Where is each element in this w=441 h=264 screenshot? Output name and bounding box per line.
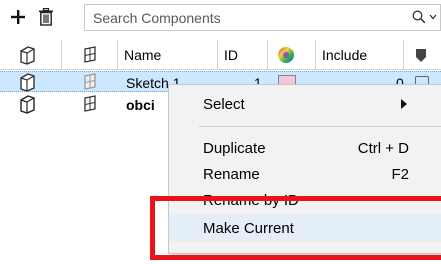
mesh-grid-icon[interactable]: [82, 95, 98, 113]
header-include-column[interactable]: Include: [316, 40, 404, 70]
header-name-column[interactable]: Name: [118, 40, 218, 70]
header-color-column[interactable]: [268, 40, 316, 70]
table-header: Name ID Include: [0, 40, 441, 70]
add-component-button[interactable]: [6, 4, 30, 30]
header-mesh-column[interactable]: [62, 40, 118, 70]
header-name-label: Name: [124, 47, 162, 63]
color-wheel-icon: [278, 47, 294, 63]
header-id-label: ID: [224, 47, 238, 63]
submenu-arrow-icon: [401, 99, 407, 109]
header-extra-column[interactable]: [404, 40, 441, 70]
search-options-button[interactable]: [410, 8, 440, 28]
trash-icon: [39, 8, 53, 26]
menu-item-label: Select: [203, 95, 245, 113]
delete-component-button[interactable]: [34, 4, 58, 30]
component-visibility-icon[interactable]: [18, 94, 36, 114]
components-toolbar: [0, 0, 441, 36]
menu-item-shortcut: Ctrl + D: [357, 139, 409, 157]
search-input[interactable]: [85, 5, 395, 30]
mesh-grid-icon[interactable]: [82, 73, 98, 91]
menu-item-duplicate[interactable]: Duplicate Ctrl + D: [169, 135, 441, 161]
mesh-grid-icon: [84, 46, 96, 63]
menu-separator: [199, 126, 441, 127]
menu-item-shortcut: F2: [391, 165, 409, 183]
menu-item-label: Duplicate: [203, 139, 266, 157]
search-box: [84, 4, 441, 31]
header-id-column[interactable]: ID: [218, 40, 268, 70]
menu-item-label: Rename: [203, 165, 260, 183]
plus-icon: [11, 10, 25, 24]
component-visibility-icon[interactable]: [18, 72, 36, 92]
highlight-box: [150, 196, 441, 260]
menu-item-rename[interactable]: Rename F2: [169, 161, 441, 187]
header-visibility-column[interactable]: [0, 40, 62, 70]
menu-item-select[interactable]: Select: [169, 91, 441, 117]
header-include-label: Include: [322, 47, 368, 63]
search-icon: [412, 10, 426, 24]
shield-icon: [416, 49, 426, 62]
component-visibility-icon: [20, 46, 35, 65]
chevron-down-icon: [429, 14, 437, 20]
